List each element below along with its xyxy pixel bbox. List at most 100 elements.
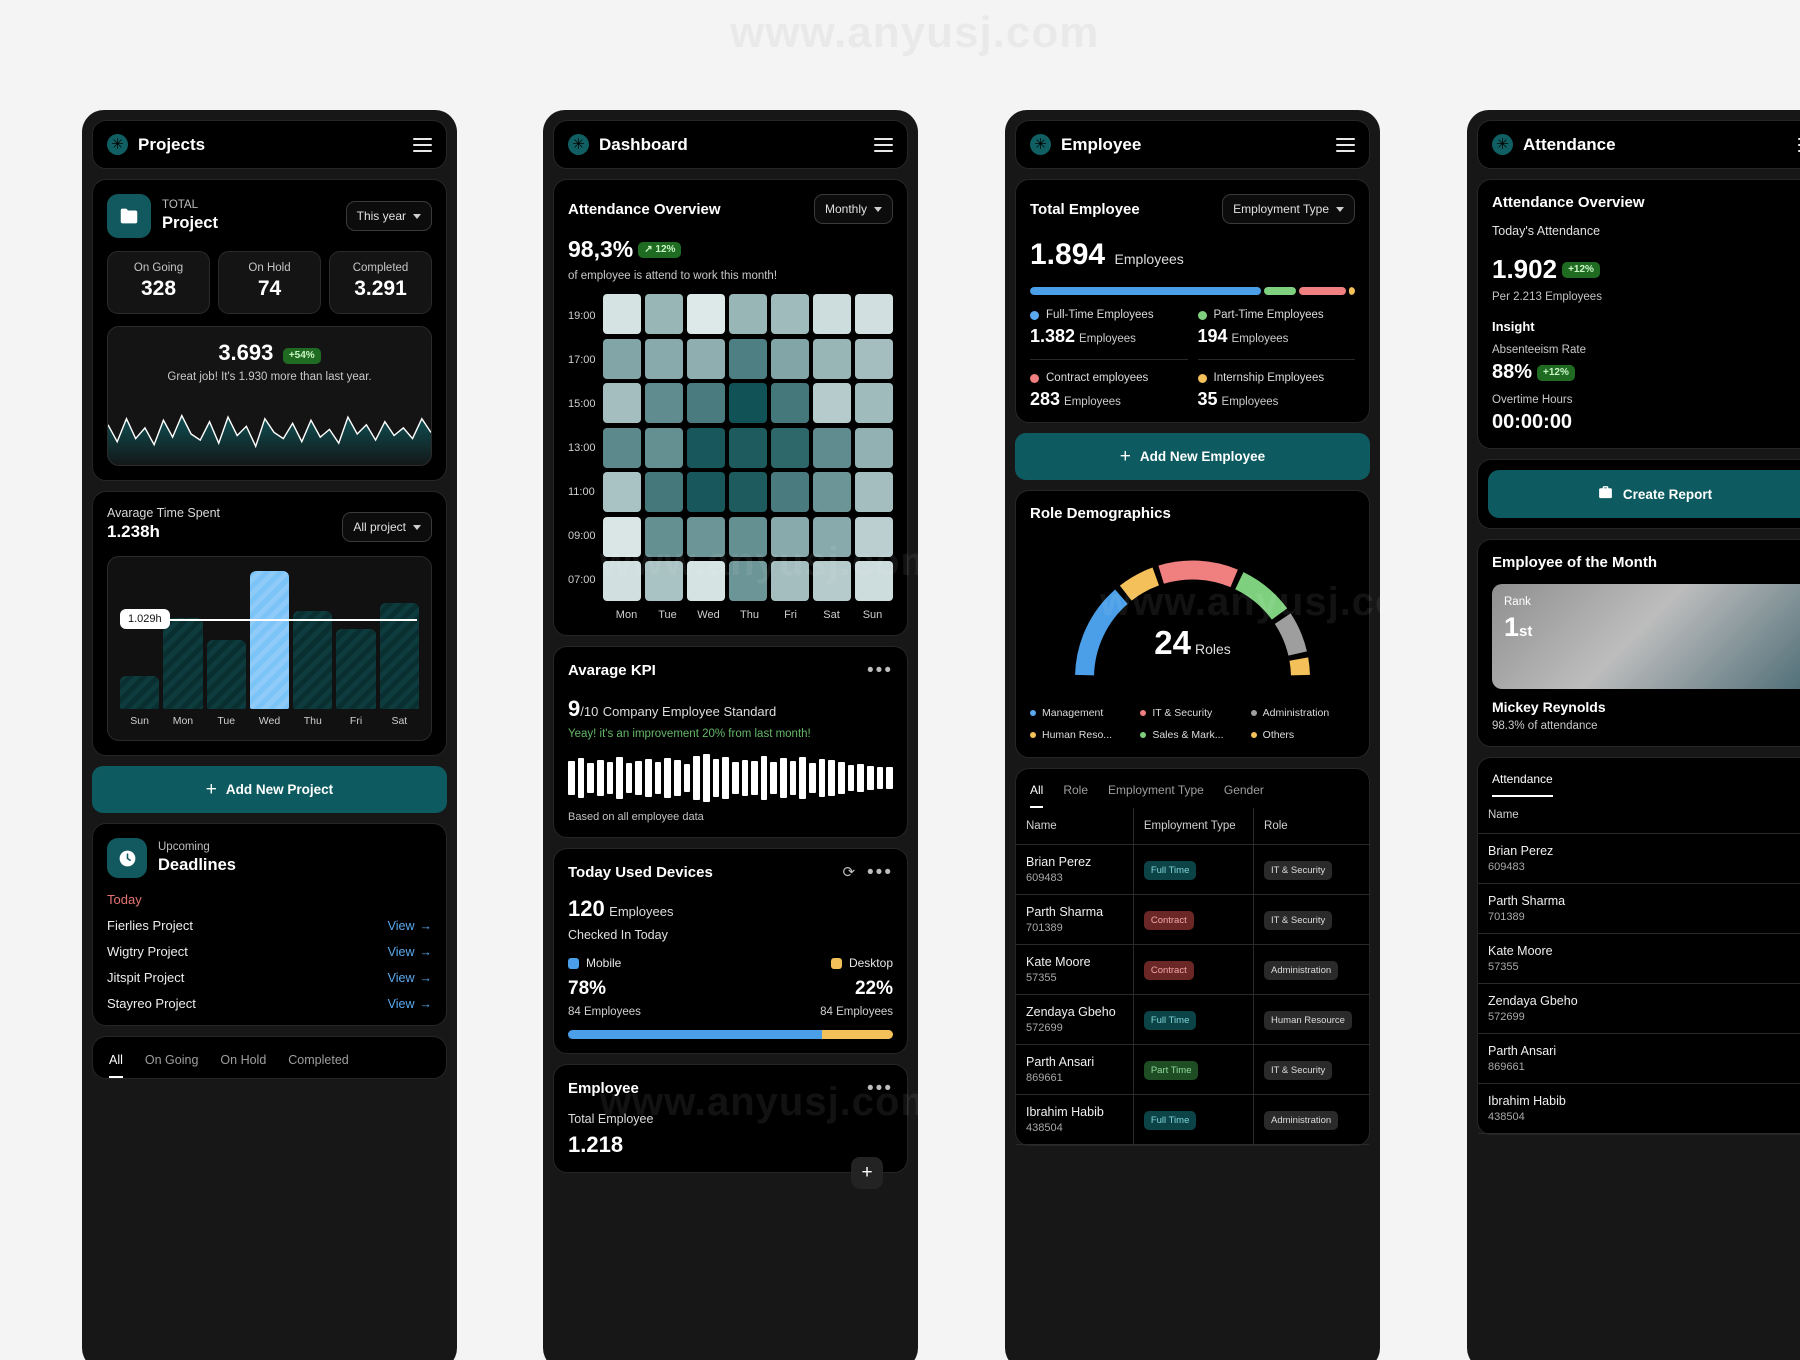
table-row[interactable]: Ibrahim Habib 438504 Full Time Administra… bbox=[1016, 1094, 1369, 1145]
heatmap-cell[interactable] bbox=[602, 427, 641, 468]
tab-all[interactable]: All bbox=[109, 1053, 123, 1078]
create-report-button[interactable]: Create Report bbox=[1488, 470, 1800, 518]
heatmap-cell[interactable] bbox=[770, 338, 809, 379]
add-new-employee-button[interactable]: + Add New Employee bbox=[1015, 433, 1370, 480]
heatmap-cell[interactable] bbox=[854, 338, 893, 379]
deadline-view-link[interactable]: View → bbox=[388, 971, 432, 985]
heatmap-cell[interactable] bbox=[602, 561, 641, 602]
heatmap-cell[interactable] bbox=[602, 472, 641, 513]
table-row[interactable]: Brian Perez 609483 Full Time IT & Securit… bbox=[1016, 844, 1369, 895]
bar-tue[interactable] bbox=[206, 640, 246, 709]
heatmap-cell[interactable] bbox=[812, 294, 851, 334]
bar-fri[interactable] bbox=[336, 628, 376, 709]
deadline-view-link[interactable]: View → bbox=[388, 945, 432, 959]
bar-mon[interactable] bbox=[163, 617, 203, 709]
heatmap-cell[interactable] bbox=[812, 561, 851, 602]
deadline-view-link[interactable]: View → bbox=[388, 919, 432, 933]
attendance-period-select[interactable]: Monthly bbox=[813, 194, 893, 224]
table-row[interactable]: Parth Sharma 701389 bbox=[1478, 883, 1800, 934]
heatmap-cell[interactable] bbox=[686, 294, 725, 334]
table-row[interactable]: Parth Ansari 869661 bbox=[1478, 1033, 1800, 1084]
heatmap-cell[interactable] bbox=[770, 561, 809, 602]
heatmap-cell[interactable] bbox=[854, 427, 893, 468]
heatmap-cell[interactable] bbox=[602, 294, 641, 334]
heatmap-cell[interactable] bbox=[728, 561, 767, 602]
stat-completed[interactable]: Completed 3.291 bbox=[329, 251, 432, 314]
hamburger-icon[interactable] bbox=[1336, 137, 1355, 152]
heatmap-cell[interactable] bbox=[686, 427, 725, 468]
tab-on-hold[interactable]: On Hold bbox=[220, 1053, 266, 1078]
heatmap-cell[interactable] bbox=[854, 294, 893, 334]
heatmap-cell[interactable] bbox=[728, 516, 767, 557]
heatmap-cell[interactable] bbox=[728, 294, 767, 334]
table-row[interactable]: Kate Moore 57355 Contract Administration bbox=[1016, 944, 1369, 995]
deadline-row[interactable]: Wigtry Project View → bbox=[93, 933, 446, 959]
heatmap-cell[interactable] bbox=[644, 294, 683, 334]
heatmap-cell[interactable] bbox=[728, 427, 767, 468]
heatmap-cell[interactable] bbox=[812, 516, 851, 557]
heatmap-cell[interactable] bbox=[812, 427, 851, 468]
heatmap-cell[interactable] bbox=[644, 338, 683, 379]
heatmap-cell[interactable] bbox=[686, 561, 725, 602]
deadline-view-link[interactable]: View → bbox=[388, 997, 432, 1011]
heatmap-cell[interactable] bbox=[602, 516, 641, 557]
heatmap-cell[interactable] bbox=[770, 516, 809, 557]
heatmap-cell[interactable] bbox=[686, 472, 725, 513]
deadline-row[interactable]: Stayreo Project View → bbox=[93, 985, 446, 1011]
add-new-project-button[interactable]: + Add New Project bbox=[92, 766, 447, 813]
deadline-row[interactable]: Fierlies Project View → bbox=[93, 907, 446, 933]
heatmap-cell[interactable] bbox=[812, 472, 851, 513]
tab-attendance[interactable]: Attendance bbox=[1492, 772, 1553, 797]
heatmap-cell[interactable] bbox=[728, 338, 767, 379]
more-dots-icon[interactable]: ••• bbox=[867, 661, 893, 680]
tab-gender[interactable]: Gender bbox=[1224, 783, 1264, 808]
hamburger-icon[interactable] bbox=[413, 137, 432, 152]
more-dots-icon[interactable]: ••• bbox=[867, 863, 893, 882]
heatmap-cell[interactable] bbox=[770, 383, 809, 424]
tab-role[interactable]: Role bbox=[1063, 783, 1088, 808]
table-row[interactable]: Ibrahim Habib 438504 bbox=[1478, 1083, 1800, 1134]
bar-thu[interactable] bbox=[293, 611, 333, 709]
heatmap-cell[interactable] bbox=[854, 383, 893, 424]
heatmap-cell[interactable] bbox=[644, 472, 683, 513]
heatmap-cell[interactable] bbox=[602, 338, 641, 379]
tab-all[interactable]: All bbox=[1030, 783, 1044, 808]
heatmap-cell[interactable] bbox=[686, 338, 725, 379]
heatmap-cell[interactable] bbox=[686, 516, 725, 557]
more-dots-icon[interactable]: ••• bbox=[867, 1079, 893, 1098]
period-select[interactable]: This year bbox=[345, 201, 432, 231]
heatmap-cell[interactable] bbox=[644, 383, 683, 424]
table-row[interactable]: Zendaya Gbeho 572699 bbox=[1478, 983, 1800, 1034]
deadline-row[interactable]: Jitspit Project View → bbox=[93, 959, 446, 985]
heatmap-cell[interactable] bbox=[602, 383, 641, 424]
stat-on-hold[interactable]: On Hold 74 bbox=[218, 251, 321, 314]
heatmap-cell[interactable] bbox=[686, 383, 725, 424]
heatmap-cell[interactable] bbox=[644, 561, 683, 602]
heatmap-cell[interactable] bbox=[854, 472, 893, 513]
heatmap-cell[interactable] bbox=[644, 427, 683, 468]
heatmap-cell[interactable] bbox=[770, 427, 809, 468]
heatmap-cell[interactable] bbox=[728, 383, 767, 424]
table-row[interactable]: Parth Sharma 701389 Contract IT & Securit… bbox=[1016, 894, 1369, 945]
heatmap-cell[interactable] bbox=[770, 294, 809, 334]
heatmap-cell[interactable] bbox=[854, 561, 893, 602]
tab-completed[interactable]: Completed bbox=[288, 1053, 348, 1078]
heatmap-cell[interactable] bbox=[770, 472, 809, 513]
stat-on-going[interactable]: On Going 328 bbox=[107, 251, 210, 314]
bar-wed[interactable] bbox=[249, 571, 290, 709]
tab-on-going[interactable]: On Going bbox=[145, 1053, 199, 1078]
heatmap-cell[interactable] bbox=[728, 472, 767, 513]
table-row[interactable]: Kate Moore 57355 bbox=[1478, 933, 1800, 984]
bar-sun[interactable] bbox=[120, 675, 160, 709]
heatmap-cell[interactable] bbox=[644, 516, 683, 557]
tab-employment-type[interactable]: Employment Type bbox=[1108, 783, 1204, 808]
table-row[interactable]: Parth Ansari 869661 Part Time IT & Securi… bbox=[1016, 1044, 1369, 1095]
table-row[interactable]: Brian Perez 609483 bbox=[1478, 833, 1800, 884]
hamburger-icon[interactable] bbox=[874, 137, 893, 152]
heatmap-cell[interactable] bbox=[812, 338, 851, 379]
heatmap-cell[interactable] bbox=[854, 516, 893, 557]
employment-type-select[interactable]: Employment Type bbox=[1222, 194, 1355, 224]
add-employee-fab[interactable]: + bbox=[851, 1157, 883, 1189]
refresh-icon[interactable]: ⟳ bbox=[842, 865, 857, 880]
heatmap-cell[interactable] bbox=[812, 383, 851, 424]
